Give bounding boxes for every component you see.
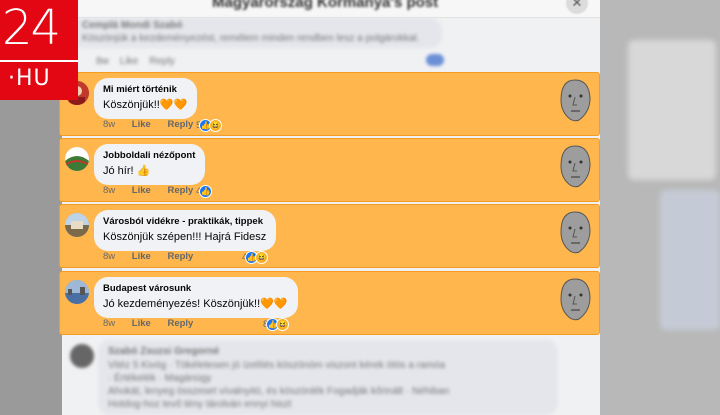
blurred-line: Ahokát, lenyeg összeset vívalnyitó, és k…	[108, 386, 450, 397]
like-button[interactable]: Like	[132, 185, 151, 196]
npc-face-icon	[560, 79, 591, 122]
comment-time[interactable]: 8w	[103, 251, 115, 262]
reply-button[interactable]: Reply	[167, 119, 193, 130]
haha-reaction-icon: 😆	[276, 318, 290, 332]
comment-author[interactable]: Mi miért történik	[103, 84, 187, 96]
npc-face-icon	[560, 278, 591, 321]
post-title: Magyarország Kormánya's post	[212, 0, 439, 11]
site-logo: 24 ·HU	[0, 0, 78, 100]
comment-text: Jó kezdeményezés! Köszönjük!!🧡🧡	[103, 298, 288, 310]
haha-reaction-icon: 😆	[209, 119, 223, 133]
reply-button[interactable]: Reply	[167, 251, 193, 262]
blurred-text: Köszönjük a kezdeményezést, remélem mind…	[82, 33, 420, 44]
comment-actions: 8w Like Reply	[103, 185, 207, 196]
comment-author[interactable]: Jobboldali nézőpont	[103, 150, 195, 162]
reply-button[interactable]: Reply	[167, 318, 193, 329]
comment-text: Jó hír! 👍	[103, 165, 151, 177]
blurred-line: Vitéz 5 Kivóg · Tökéletesen jó ízelítés …	[108, 360, 446, 371]
npc-face-icon	[560, 145, 591, 188]
blurred-author: Szabó Zsuzsi Gregorné	[108, 346, 220, 357]
avatar-image	[65, 213, 89, 237]
like-button[interactable]: Like	[132, 251, 151, 262]
reaction-summary[interactable]: 8👍😆	[263, 316, 290, 332]
reaction-summary[interactable]: 5👍😆	[196, 117, 223, 133]
avatar-image	[65, 147, 89, 171]
npc-face-icon	[560, 211, 591, 254]
reaction-summary[interactable]: 4👍	[196, 183, 213, 199]
avatar[interactable]	[65, 147, 89, 171]
like-reaction-icon: 👍	[199, 185, 213, 199]
post-header: Magyarország Kormánya's post ✕	[62, 0, 600, 18]
comment-time[interactable]: 8w	[103, 185, 115, 196]
comment-actions: 8w Like Reply	[103, 251, 207, 262]
avatar[interactable]	[65, 213, 89, 237]
blurred-line: Hotdog-hoz tevő tény tárolván ennyi hisz…	[108, 399, 292, 410]
blurred-author: Cemplá Mondi Szabó	[82, 20, 183, 31]
comment-time[interactable]: 8w	[103, 119, 115, 130]
reply-button[interactable]: Reply	[167, 185, 193, 196]
comment-card: Jobboldali nézőpont Jó hír! 👍 8w Like Re…	[59, 138, 600, 202]
blurred-meta: 8w Like Reply	[96, 56, 175, 67]
comment-bubble: Mi miért történik Köszönjük!!🧡🧡	[94, 78, 198, 119]
reaction-summary[interactable]: 4👍😆	[242, 249, 269, 265]
comment-bubble: Budapest városunk Jó kezdeményezés! Kösz…	[94, 277, 298, 318]
comment-text: Köszönjük szépen!!! Hajrá Fidesz	[103, 231, 267, 243]
background-right	[600, 0, 720, 415]
comment-card: Budapest városunk Jó kezdeményezés! Kösz…	[59, 271, 600, 335]
close-icon[interactable]: ✕	[566, 0, 588, 14]
blurred-comment-top: Cemplá Mondi Szabó Köszönjük a kezdemény…	[66, 18, 446, 68]
logo-domain: ·HU	[8, 66, 51, 91]
comment-author[interactable]: Városból vidékre - praktikák, tippek	[103, 216, 266, 228]
blurred-line: · Értékelék · Magánügy	[108, 373, 212, 384]
like-button[interactable]: Like	[132, 119, 151, 130]
comment-time[interactable]: 8w	[103, 318, 115, 329]
avatar[interactable]	[65, 280, 89, 304]
blurred-sidebar-block	[628, 40, 716, 180]
logo-number: 24	[2, 0, 61, 56]
avatar-image	[65, 280, 89, 304]
comment-bubble: Városból vidékre - praktikák, tippek Kös…	[94, 210, 277, 251]
comment-author[interactable]: Budapest városunk	[103, 283, 288, 295]
comment-card: Mi miért történik Köszönjük!!🧡🧡 8w Like …	[59, 72, 600, 136]
comment-actions: 8w Like Reply	[103, 318, 207, 329]
logo-divider	[0, 60, 78, 62]
haha-reaction-icon: 😆	[255, 251, 269, 265]
blurred-sidebar-block	[660, 190, 720, 330]
comment-card: Városból vidékre - praktikák, tippek Kös…	[59, 204, 600, 268]
comment-bubble: Jobboldali nézőpont Jó hír! 👍	[94, 144, 206, 185]
comment-text: Köszönjük!!🧡🧡	[103, 99, 188, 111]
blurred-comment-bottom: Szabó Zsuzsi Gregorné Vitéz 5 Kivóg · Tö…	[64, 340, 564, 415]
comment-actions: 8w Like Reply	[103, 119, 207, 130]
like-button[interactable]: Like	[132, 318, 151, 329]
